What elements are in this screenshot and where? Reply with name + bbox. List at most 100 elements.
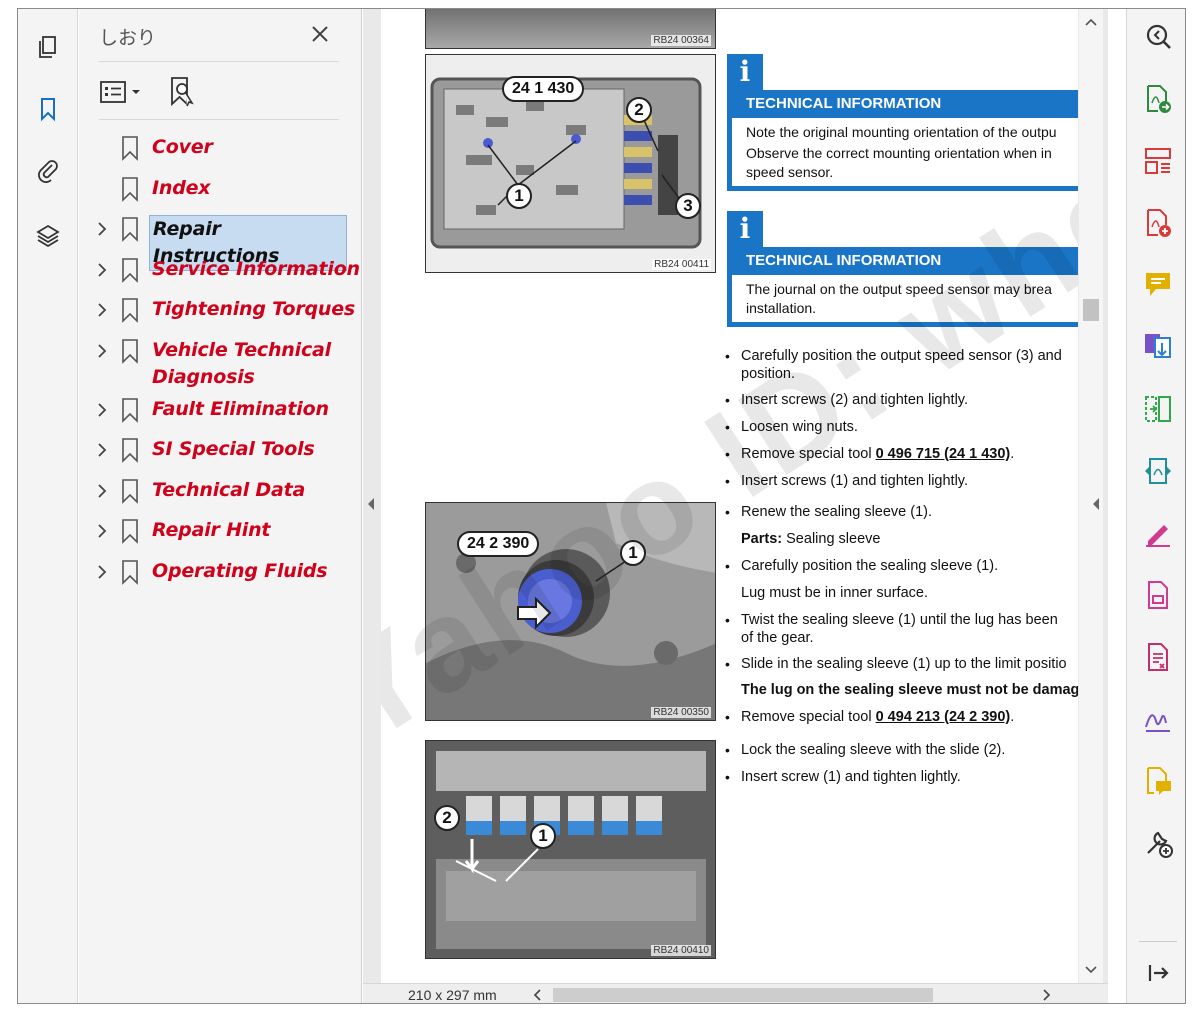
bookmark-item[interactable]: Index: [79, 170, 362, 211]
close-icon[interactable]: [308, 22, 332, 46]
chevron-right-icon[interactable]: [95, 563, 109, 581]
bookmark-icon: [121, 518, 139, 544]
bookmark-item[interactable]: Repair Instructions: [79, 210, 362, 271]
scroll-thumb[interactable]: [1083, 299, 1099, 321]
exit-icon[interactable]: [1142, 957, 1174, 989]
share-icon[interactable]: [1142, 455, 1174, 487]
layers-icon[interactable]: [30, 217, 66, 253]
bookmark-item[interactable]: Vehicle Technical Diagnosis: [79, 332, 362, 391]
parts-value: Sealing sleeve: [782, 531, 881, 547]
technical-information-text: The journal on the output speed sensor m…: [727, 275, 1078, 327]
pages-icon[interactable]: [30, 29, 66, 65]
chevron-right-icon[interactable]: [95, 401, 109, 419]
step-text: Remove special tool: [741, 446, 876, 462]
divider: [99, 119, 339, 120]
organize-pages-icon[interactable]: [1142, 145, 1174, 177]
find-bookmark-button[interactable]: [167, 75, 199, 109]
bookmark-item[interactable]: Repair Hint: [79, 512, 362, 553]
figure-code: RB24 00411: [652, 259, 711, 270]
chevron-right-icon[interactable]: [95, 301, 109, 319]
combine-files-icon[interactable]: [1142, 331, 1174, 363]
panel-title: しおり: [99, 27, 157, 49]
chevron-right-icon[interactable]: [95, 482, 109, 500]
bookmark-icon[interactable]: [30, 91, 66, 127]
bookmark-item[interactable]: SI Special Tools: [79, 431, 362, 472]
figure-code: RB24 00364: [651, 35, 711, 46]
page-size-label: 210 x 297 mm: [408, 987, 497, 1003]
step-item: Insert screw (1) and tighten lightly.: [725, 768, 1078, 786]
sign-icon[interactable]: [1142, 703, 1174, 735]
figure-photo: RB24 00364: [425, 9, 716, 49]
bookmark-item[interactable]: Tightening Torques: [79, 291, 362, 332]
bookmark-icon: [121, 338, 139, 364]
info-line: installation.: [746, 300, 817, 316]
chevron-right-icon[interactable]: [95, 261, 109, 279]
scroll-down-icon[interactable]: [1085, 965, 1097, 975]
chevron-right-icon[interactable]: [95, 342, 109, 360]
chevron-right-icon[interactable]: [95, 220, 109, 238]
technical-information-heading: TECHNICAL INFORMATION: [727, 247, 1078, 275]
divider: [99, 61, 339, 62]
bookmark-item[interactable]: Technical Data: [79, 472, 362, 513]
step-text: Twist the sealing sleeve (1) until the l…: [741, 612, 1058, 628]
protect-icon[interactable]: [1142, 641, 1174, 673]
bookmark-item[interactable]: Fault Elimination: [79, 391, 362, 432]
chevron-right-icon[interactable]: [95, 441, 109, 459]
bookmark-label: Repair Hint: [152, 519, 271, 541]
create-pdf-icon[interactable]: [1142, 207, 1174, 239]
step-item: Twist the sealing sleeve (1) until the l…: [725, 611, 1078, 647]
bookmark-icon: [121, 559, 139, 585]
bookmark-icon: [121, 397, 139, 423]
callout: 2: [626, 97, 652, 123]
special-tool-link[interactable]: 0 494 213 (24 2 390): [876, 709, 1011, 725]
comment-icon[interactable]: [1142, 269, 1174, 301]
step-item: Remove special tool 0 496 715 (24 1 430)…: [725, 445, 1078, 463]
info-icon: i: [727, 54, 763, 90]
export-pdf-icon[interactable]: [1142, 83, 1174, 115]
step-item: Carefully position the sealing sleeve (1…: [725, 557, 1078, 575]
bookmark-item[interactable]: Cover: [79, 129, 362, 170]
bookmark-icon: [121, 437, 139, 463]
more-tools-icon[interactable]: [1142, 827, 1174, 859]
step-text: .: [1010, 446, 1015, 462]
bookmark-label: SI Special Tools: [152, 438, 315, 460]
bookmark-icon: [121, 135, 139, 161]
bookmark-item[interactable]: Operating Fluids: [79, 553, 362, 594]
step-item: Renew the sealing sleeve (1).: [725, 503, 1078, 521]
info-line: Note the original mounting orientation o…: [746, 124, 1057, 140]
chevron-right-icon[interactable]: [95, 522, 109, 540]
scroll-right-icon[interactable]: [1041, 989, 1051, 1001]
scroll-up-icon[interactable]: [1085, 17, 1097, 27]
callout: 3: [675, 193, 701, 219]
edit-pdf-icon[interactable]: [1142, 579, 1174, 611]
vertical-scrollbar[interactable]: [1079, 9, 1103, 983]
info-line: speed sensor.: [746, 164, 834, 180]
zoom-icon[interactable]: [1142, 21, 1174, 53]
fill-sign-icon[interactable]: [1142, 517, 1174, 549]
technical-information-box: i TECHNICAL INFORMATION The journal on t…: [727, 211, 1078, 339]
attachment-icon[interactable]: [30, 152, 66, 188]
collapse-left-panel-icon[interactable]: [366, 497, 376, 511]
send-for-review-icon[interactable]: [1142, 765, 1174, 797]
technical-information-text: Note the original mounting orientation o…: [727, 118, 1078, 191]
step-item: Insert screws (2) and tighten lightly.: [725, 391, 1078, 409]
collapse-right-panel-icon[interactable]: [1091, 497, 1101, 511]
step-text: position.: [741, 366, 796, 382]
step-item: Carefully position the output speed sens…: [725, 347, 1078, 383]
compress-icon[interactable]: [1142, 393, 1174, 425]
scroll-thumb[interactable]: [553, 988, 933, 1002]
info-icon: i: [727, 211, 763, 247]
step-item: Insert screws (1) and tighten lightly.: [725, 472, 1078, 490]
step-text: of the gear.: [741, 630, 814, 646]
document-viewport[interactable]: RB24 00364 24 1 430 1 2 3 RB24 00411 i T…: [363, 9, 1108, 983]
horizontal-scrollbar[interactable]: [533, 988, 1053, 1002]
figure-photo: 24 2 390 1 RB24 00350: [425, 502, 716, 721]
step-note: Lug must be in inner surface.: [741, 585, 928, 601]
bookmark-item[interactable]: Service Information: [79, 251, 362, 292]
step-text: .: [1010, 709, 1015, 725]
step-text: Remove special tool: [741, 709, 876, 725]
bookmark-label: Technical Data: [152, 478, 306, 501]
scroll-left-icon[interactable]: [533, 989, 543, 1001]
special-tool-link[interactable]: 0 496 715 (24 1 430): [876, 446, 1011, 462]
bookmark-options-button[interactable]: [99, 75, 143, 109]
